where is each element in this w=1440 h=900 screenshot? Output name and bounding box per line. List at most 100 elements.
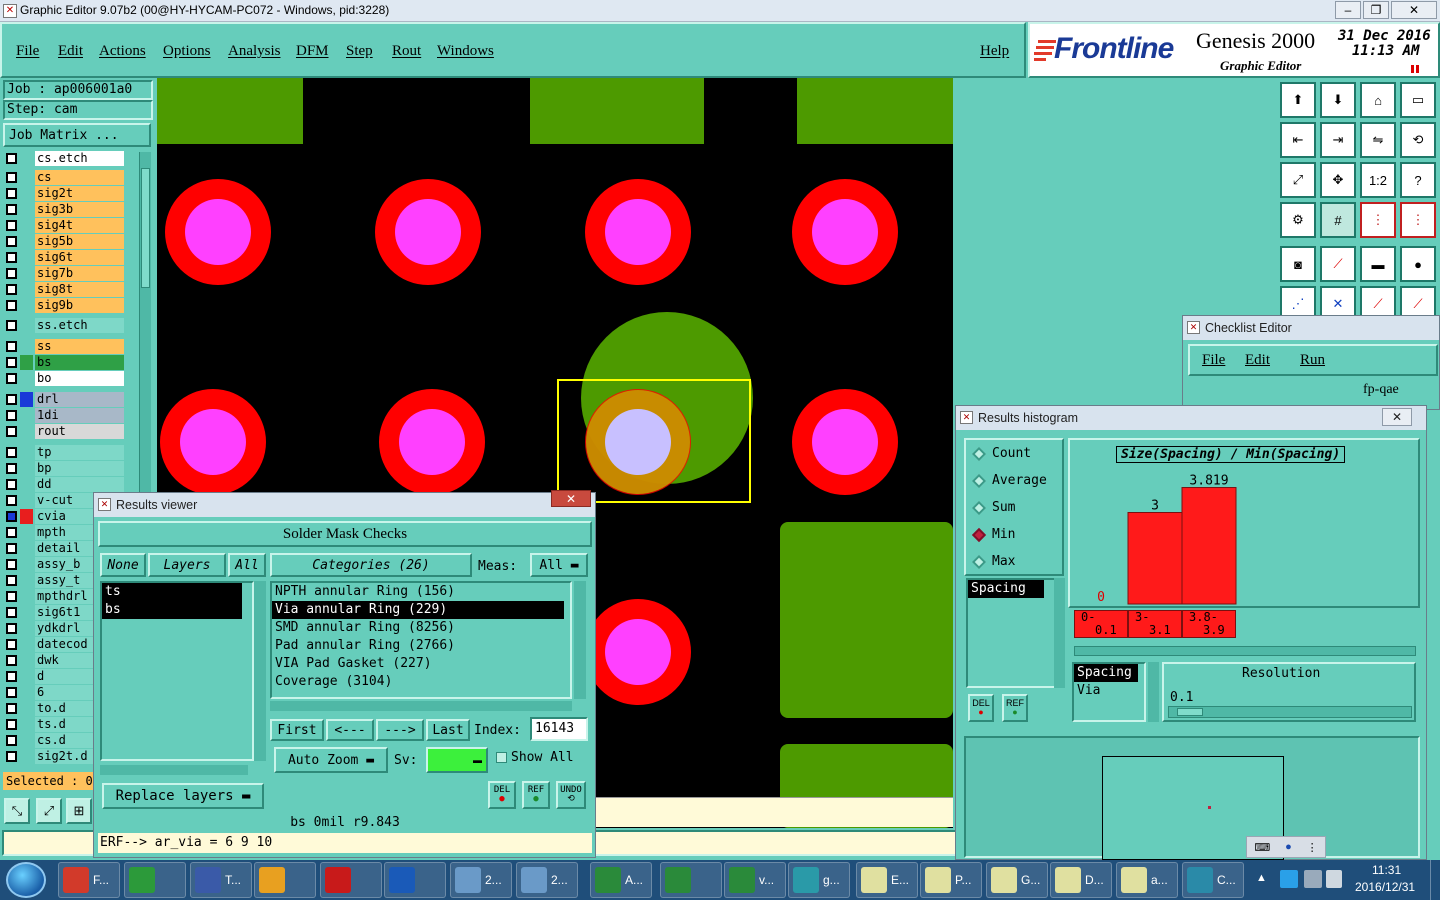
layer-name[interactable]: 1di	[35, 407, 124, 423]
pad-icon[interactable]: ●	[1400, 246, 1436, 282]
layer-checkbox[interactable]	[6, 542, 17, 554]
measure-list[interactable]: Spacing	[966, 578, 1056, 688]
help-icon[interactable]: ?	[1400, 162, 1436, 198]
index-input[interactable]: 16143	[530, 717, 588, 741]
layer-checkbox[interactable]	[6, 446, 17, 458]
category-item[interactable]: VIA Pad Gasket (227)	[272, 655, 570, 673]
last-button[interactable]: Last	[426, 719, 470, 741]
layer-checkbox[interactable]	[6, 718, 17, 730]
menu-file[interactable]: File	[16, 43, 39, 60]
layer-checkbox[interactable]	[6, 235, 17, 247]
layer-row-drl[interactable]: drl	[6, 391, 124, 407]
layer-row-bo[interactable]: bo	[6, 370, 124, 386]
mirror-icon[interactable]: ⇋	[1360, 122, 1396, 158]
category-item[interactable]: Via annular Ring (229)	[272, 601, 564, 619]
categories-button[interactable]: Categories (26)	[270, 553, 472, 577]
grid-toggle-icon[interactable]: #	[1320, 202, 1356, 238]
auto-zoom-select[interactable]: Auto Zoom ▬	[274, 747, 388, 773]
bin-label[interactable]: 3- 3.1	[1128, 610, 1182, 638]
layer-row-cs[interactable]: cs	[6, 169, 124, 185]
resolution-slider[interactable]	[1168, 706, 1412, 718]
menu-actions[interactable]: Actions	[99, 43, 146, 60]
netlist-icon[interactable]: ⋮	[1360, 202, 1396, 238]
mode-average[interactable]: Average	[966, 467, 1062, 494]
maximize-button[interactable]: ❐	[1363, 1, 1389, 19]
taskbar-item[interactable]: 2...	[450, 862, 512, 898]
layer-checkbox[interactable]	[6, 203, 17, 215]
taskbar-item[interactable]: A...	[590, 862, 652, 898]
layer-name[interactable]: tp	[35, 444, 124, 460]
layer-row-rout[interactable]: rout	[6, 423, 124, 439]
layer-checkbox[interactable]	[6, 510, 17, 522]
hist-del-button[interactable]: DEL ●	[968, 694, 994, 722]
layer-checkbox[interactable]	[6, 319, 17, 331]
menu-options[interactable]: Options	[163, 43, 211, 60]
layers-none-button[interactable]: None	[100, 553, 146, 577]
clock-time[interactable]: 11:31	[1372, 863, 1401, 877]
taskbar-item[interactable]	[254, 862, 316, 898]
grid-icon[interactable]: ⊞	[66, 798, 92, 824]
menu-dfm[interactable]: DFM	[296, 43, 329, 60]
histogram-bar[interactable]	[1127, 512, 1183, 605]
layer-result-scrollbar[interactable]	[254, 581, 266, 761]
expand-icon[interactable]: ⋮	[1307, 841, 1318, 854]
layer-checkbox[interactable]	[6, 478, 17, 490]
open-job-icon[interactable]: ⬆	[1280, 82, 1316, 118]
taskbar-item[interactable]: T...	[190, 862, 252, 898]
layer-name[interactable]: rout	[35, 423, 124, 439]
result-ref-button[interactable]: REF ●	[522, 781, 550, 809]
layer-row-sig2t[interactable]: sig2t	[6, 185, 124, 201]
layer-row-bp[interactable]: bp	[6, 460, 124, 476]
taskbar-item[interactable]	[384, 862, 446, 898]
job-matrix-button[interactable]: Job Matrix ...	[3, 123, 151, 147]
menu-rout[interactable]: Rout	[392, 43, 421, 60]
type-list[interactable]: Spacing Via	[1072, 662, 1146, 722]
layer-row-dd[interactable]: dd	[6, 476, 124, 492]
layer-row-sig4t[interactable]: sig4t	[6, 217, 124, 233]
layer-checkbox[interactable]	[6, 494, 17, 506]
minimize-button[interactable]: –	[1335, 1, 1361, 19]
layer-row-sig9b[interactable]: sig9b	[6, 297, 124, 313]
snap-icon[interactable]: ⚙	[1280, 202, 1316, 238]
rotate-icon[interactable]: ⟲	[1400, 122, 1436, 158]
pan-icon[interactable]: ✥	[1320, 162, 1356, 198]
layer-name[interactable]: ss.etch	[35, 317, 124, 333]
layer-checkbox[interactable]	[6, 356, 17, 368]
layer-result-list[interactable]: ts bs	[100, 581, 254, 761]
layer-checkbox[interactable]	[6, 686, 17, 698]
layer-checkbox[interactable]	[6, 702, 17, 714]
category-item[interactable]: SMD annular Ring (8256)	[272, 619, 570, 637]
layer-checkbox[interactable]	[6, 654, 17, 666]
taskbar-item[interactable]: E...	[856, 862, 918, 898]
layer-checkbox[interactable]	[6, 574, 17, 586]
measure-spacing[interactable]: Spacing	[968, 580, 1044, 598]
layer-name[interactable]: sig2t	[35, 185, 124, 201]
taskbar-item[interactable]	[124, 862, 186, 898]
layer-name[interactable]: drl	[35, 391, 124, 407]
layer-name[interactable]: sig8t	[35, 281, 124, 297]
result-del-button[interactable]: DEL ●	[488, 781, 516, 809]
layer-name[interactable]: sig9b	[35, 297, 124, 313]
taskbar-item[interactable]: G...	[986, 862, 1048, 898]
resolution-slider-thumb[interactable]	[1177, 708, 1203, 716]
layer-checkbox[interactable]	[6, 372, 17, 384]
taskbar-item[interactable]: D...	[1050, 862, 1112, 898]
taskbar-item[interactable]	[660, 862, 722, 898]
layer-checkbox[interactable]	[6, 299, 17, 311]
fill-icon[interactable]: ◙	[1280, 246, 1316, 282]
layer-checkbox[interactable]	[6, 670, 17, 682]
category-hscroll[interactable]	[270, 701, 572, 711]
scroll-thumb[interactable]	[141, 168, 150, 288]
category-item[interactable]: Pad annular Ring (2766)	[272, 637, 570, 655]
type-spacing[interactable]: Spacing	[1074, 664, 1138, 682]
layer-name[interactable]: sig3b	[35, 201, 124, 217]
taskbar-item[interactable]: C...	[1182, 862, 1244, 898]
type-via[interactable]: Via	[1074, 682, 1144, 700]
taskbar-item[interactable]: v...	[724, 862, 786, 898]
taskbar-item[interactable]: g...	[788, 862, 850, 898]
layer-checkbox[interactable]	[6, 251, 17, 263]
close-button[interactable]: ✕	[1391, 1, 1437, 19]
menu-analysis[interactable]: Analysis	[228, 43, 281, 60]
menu-edit[interactable]: Edit	[58, 43, 83, 60]
layer-row-ss.etch[interactable]: ss.etch	[6, 317, 124, 333]
